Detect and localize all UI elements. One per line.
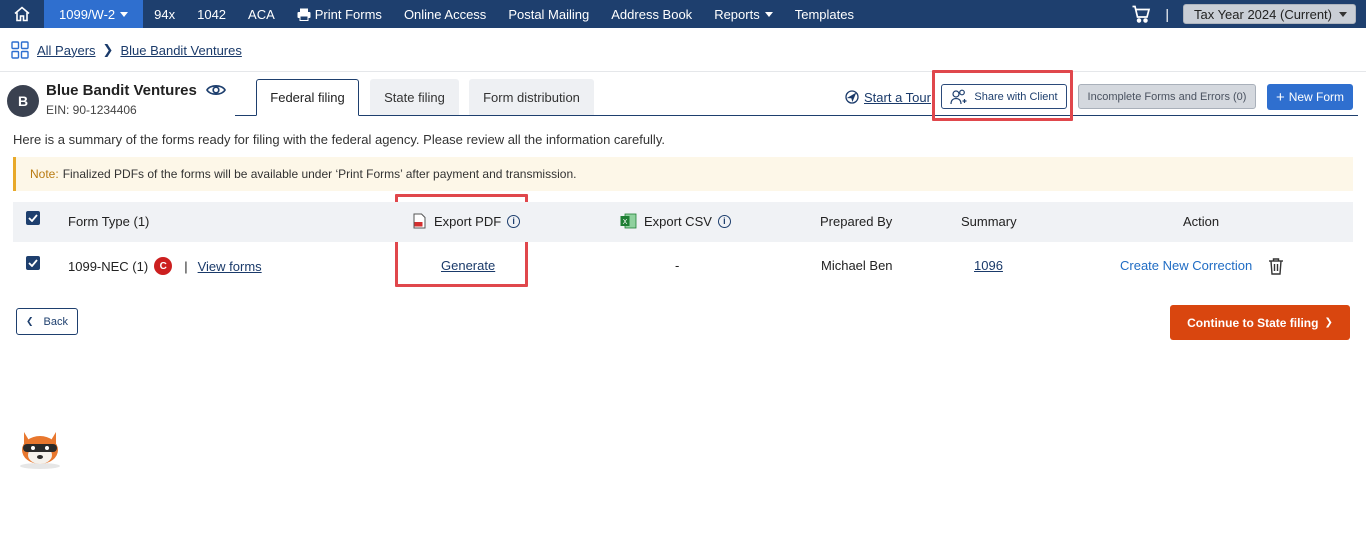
nav-1042[interactable]: 1042: [186, 0, 237, 28]
svg-text:X: X: [623, 218, 628, 226]
view-forms-link[interactable]: View forms: [198, 259, 262, 274]
nav-separator: |: [1165, 6, 1169, 22]
payer-name: Blue Bandit Ventures: [46, 82, 197, 99]
incomplete-forms-label: Incomplete Forms and Errors (0): [1087, 90, 1247, 103]
nav-94x-label: 94x: [154, 6, 176, 22]
chevron-right-icon: ❯: [1324, 317, 1333, 328]
chevron-right-icon: ❯: [102, 42, 114, 57]
nav-online-access-label: Online Access: [403, 6, 487, 22]
share-with-client-button[interactable]: Share with Client: [941, 84, 1067, 109]
info-icon[interactable]: i: [717, 214, 731, 228]
nav-templates[interactable]: Templates: [784, 0, 865, 28]
tab-form-distribution[interactable]: Form distribution: [469, 79, 594, 116]
nav-online-access[interactable]: Online Access: [393, 0, 497, 28]
new-form-button[interactable]: + New Form: [1267, 84, 1353, 110]
nav-postal-mailing-label: Postal Mailing: [508, 6, 590, 22]
tax-year-label: Tax Year 2024 (Current): [1193, 6, 1332, 22]
header-export-csv: X Export CSV i: [620, 213, 731, 229]
export-csv-value: -: [675, 258, 680, 273]
tab-form-distribution-label: Form distribution: [483, 90, 580, 105]
pdf-file-icon: [413, 213, 426, 229]
eye-icon[interactable]: [206, 82, 226, 98]
back-button[interactable]: ❮ Back: [16, 308, 78, 335]
select-all-checkbox[interactable]: [26, 211, 40, 225]
tab-federal-filing[interactable]: Federal filing: [256, 79, 359, 116]
nav-address-book[interactable]: Address Book: [600, 0, 703, 28]
nav-print-forms-label: Print Forms: [314, 6, 382, 22]
nav-1099-w2[interactable]: 1099/W-2: [44, 0, 144, 28]
create-new-correction-link[interactable]: Create New Correction: [1120, 258, 1252, 273]
nav-postal-mailing[interactable]: Postal Mailing: [497, 0, 600, 28]
nav-1042-label: 1042: [197, 6, 227, 22]
new-form-label: New Form: [1288, 90, 1345, 104]
chevron-left-icon: ❮: [25, 316, 34, 326]
header-prepared-by: Prepared By: [820, 214, 893, 229]
nav-94x[interactable]: 94x: [143, 0, 186, 28]
correction-badge: C: [154, 257, 173, 275]
divider: [0, 71, 1366, 72]
users-add-icon: [950, 89, 967, 104]
summary-1096-link[interactable]: 1096: [974, 258, 1003, 273]
nav-templates-label: Templates: [794, 6, 854, 22]
top-nav-bar: 1099/W-2 94x 1042 ACA Print Forms Online…: [0, 0, 1366, 28]
header-form-type: Form Type (1): [68, 214, 150, 229]
start-tour-label: Start a Tour: [864, 89, 931, 105]
nav-address-book-label: Address Book: [611, 6, 693, 22]
row-checkbox[interactable]: [26, 256, 40, 270]
tab-state-filing-label: State filing: [384, 90, 445, 105]
nav-reports-label: Reports: [714, 6, 760, 22]
tab-state-filing[interactable]: State filing: [370, 79, 459, 116]
summary-text: Here is a summary of the forms ready for…: [13, 132, 665, 147]
start-tour-link[interactable]: Start a Tour: [845, 88, 931, 106]
check-icon: [28, 214, 38, 222]
trash-icon[interactable]: [1268, 257, 1284, 275]
header-export-csv-label: Export CSV: [644, 213, 712, 229]
header-summary: Summary: [961, 214, 1017, 229]
note-text: Finalized PDFs of the forms will be avai…: [62, 167, 577, 181]
generate-pdf-link[interactable]: Generate: [441, 258, 495, 273]
continue-to-state-filing-button[interactable]: Continue to State filing ❯: [1170, 305, 1350, 340]
header-action: Action: [1183, 214, 1220, 229]
navigation-icon: [845, 90, 859, 104]
incomplete-forms-button[interactable]: Incomplete Forms and Errors (0): [1078, 84, 1256, 109]
nav-right-group: | Tax Year 2024 (Current): [1131, 0, 1356, 28]
avatar: B: [7, 85, 39, 117]
payer-ein: EIN: 90-1234406: [46, 103, 137, 117]
share-with-client-label: Share with Client: [974, 90, 1058, 103]
breadcrumb-all-payers[interactable]: All Payers: [37, 43, 96, 58]
info-icon[interactable]: i: [507, 214, 521, 228]
check-icon: [28, 259, 38, 267]
note-banner: Note: Finalized PDFs of the forms will b…: [13, 157, 1353, 191]
grid-icon: [11, 41, 29, 59]
header-export-pdf-label: Export PDF: [434, 213, 502, 229]
row-divider: |: [184, 258, 188, 274]
nav-print-forms[interactable]: Print Forms: [286, 0, 393, 28]
nav-1099-w2-label: 1099/W-2: [59, 6, 116, 22]
breadcrumb-current-payer[interactable]: Blue Bandit Ventures: [120, 43, 241, 58]
form-type-value: 1099-NEC (1): [68, 258, 149, 274]
note-label: Note:: [30, 167, 59, 181]
printer-icon: [297, 8, 311, 21]
back-label: Back: [43, 315, 68, 328]
continue-label: Continue to State filing: [1187, 315, 1319, 330]
breadcrumb: All Payers ❯ Blue Bandit Ventures: [11, 38, 242, 62]
nav-aca-label: ACA: [248, 6, 275, 22]
table-row-form: 1099-NEC (1) C | View forms: [68, 257, 262, 275]
nav-reports[interactable]: Reports: [703, 0, 784, 28]
home-icon: [14, 6, 30, 22]
tab-federal-filing-label: Federal filing: [270, 90, 345, 105]
header-export-pdf: Export PDF i: [413, 213, 521, 229]
nav-aca[interactable]: ACA: [237, 0, 286, 28]
caret-down-icon: [764, 11, 773, 17]
caret-down-icon: [1339, 11, 1347, 17]
tax-year-select[interactable]: Tax Year 2024 (Current): [1182, 4, 1356, 24]
plus-icon: +: [1275, 88, 1285, 106]
cart-icon[interactable]: [1131, 4, 1151, 24]
caret-down-icon: [120, 11, 129, 17]
excel-file-icon: X: [620, 213, 637, 229]
prepared-by-value: Michael Ben: [821, 258, 893, 273]
raccoon-mascot-icon[interactable]: [16, 422, 64, 470]
tabs-underline: [235, 115, 1358, 116]
home-button[interactable]: [0, 0, 44, 28]
